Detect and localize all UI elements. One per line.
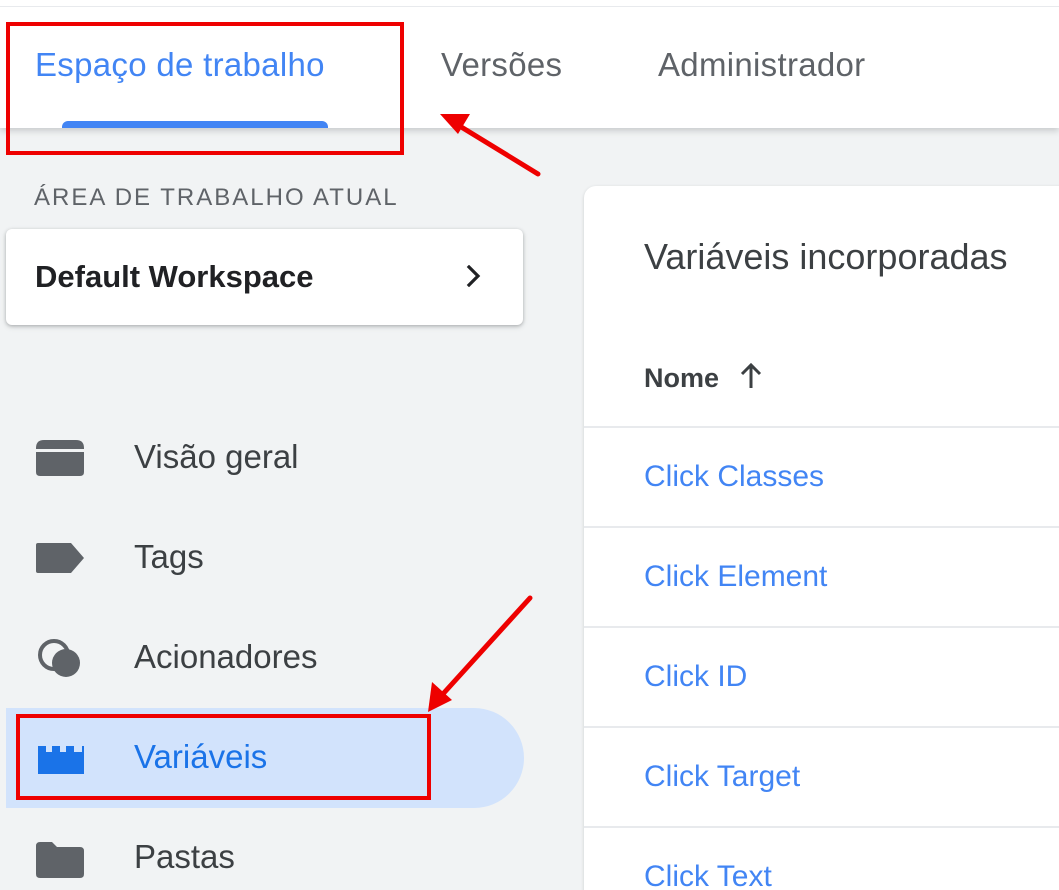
workspace-selector[interactable]: Default Workspace [6,229,523,325]
sidebar: ÁREA DE TRABALHO ATUAL Default Workspace… [0,128,560,890]
gtm-workspace-screen: Espaço de trabalho Versões Administrador… [0,0,1059,890]
variable-link-click-element[interactable]: Click Element [644,560,827,594]
row-divider [584,626,1059,628]
sidebar-item-overview[interactable]: Visão geral [6,408,524,508]
variable-link-click-classes[interactable]: Click Classes [644,460,824,494]
builtin-variables-panel: Variáveis incorporadas Nome Click Classe… [584,186,1059,890]
sidebar-item-tags[interactable]: Tags [6,508,524,608]
chevron-right-icon [466,265,481,287]
sidebar-item-label: Variáveis [134,738,268,775]
column-header-label: Nome [644,363,720,393]
tag-icon [36,543,84,573]
sidebar-item-label: Pastas [134,838,235,875]
name-column-header[interactable]: Nome [644,362,763,394]
tab-workspace[interactable]: Espaço de trabalho [35,46,325,84]
row-divider [584,726,1059,728]
variables-icon [38,746,84,774]
sidebar-item-label: Visão geral [134,438,299,475]
tab-versions[interactable]: Versões [441,46,562,84]
active-tab-indicator [62,121,328,128]
sidebar-item-label: Acionadores [134,638,318,675]
row-divider [584,826,1059,828]
row-divider [584,526,1059,528]
sidebar-item-folders[interactable]: Pastas [6,808,524,890]
triggers-icon [38,639,80,677]
variable-link-click-text[interactable]: Click Text [644,860,772,890]
sidebar-item-triggers[interactable]: Acionadores [6,608,524,708]
top-tab-bar: Espaço de trabalho Versões Administrador [0,0,1059,128]
variable-link-click-id[interactable]: Click ID [644,660,747,694]
row-divider [584,426,1059,428]
tab-admin[interactable]: Administrador [658,46,865,84]
overview-icon [36,440,84,476]
arrow-up-icon [740,362,761,388]
panel-title: Variáveis incorporadas [644,236,1008,277]
folder-icon [36,842,84,878]
variable-link-click-target[interactable]: Click Target [644,760,800,794]
sidebar-item-label: Tags [134,538,204,575]
workspace-name: Default Workspace [35,259,314,294]
sidebar-item-variables[interactable]: Variáveis [6,708,524,808]
top-divider [0,6,1059,7]
current-workspace-label: ÁREA DE TRABALHO ATUAL [34,184,399,211]
